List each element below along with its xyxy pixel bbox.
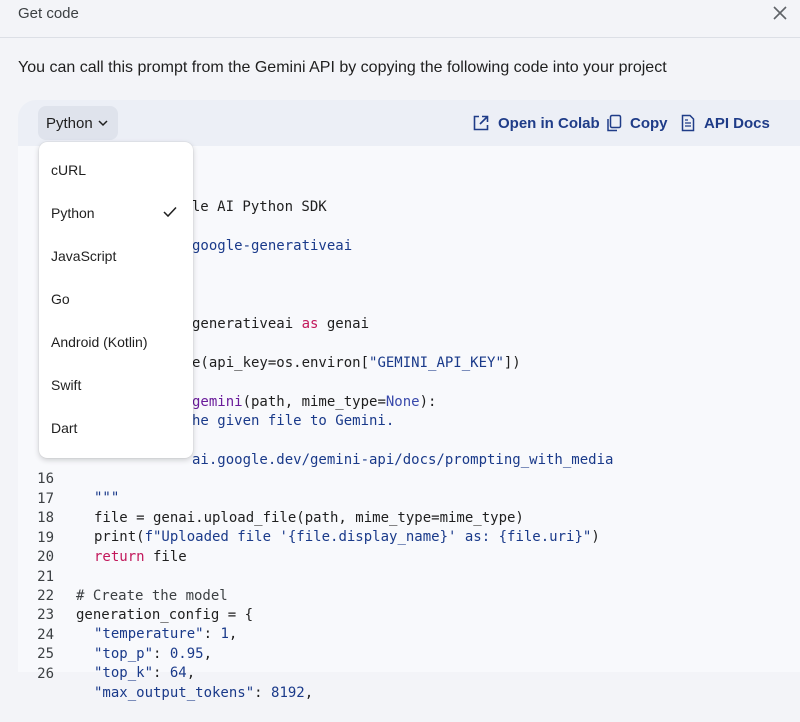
code-line: 22 generation_config = { [37,588,254,623]
chevron-down-icon [98,120,108,127]
menu-item-curl[interactable]: cURL [39,149,193,192]
menu-item-android-kotlin[interactable]: Android (Kotlin) [39,321,193,364]
code-line: 20 [37,549,54,565]
dialog-title: Get code [18,5,79,22]
code-toolbar: Python Open in Colab Copy API Docs [18,100,800,146]
language-select-label: Python [46,115,93,132]
copy-icon [607,114,622,132]
code-line: 25 "top_k": 64, [37,646,196,681]
document-icon [681,114,695,132]
open-in-colab-label: Open in Colab [498,115,600,132]
api-docs-button[interactable]: API Docs [679,114,779,134]
code-line: 19 return file [37,530,187,565]
open-in-colab-button[interactable]: Open in Colab [472,114,600,134]
api-docs-label: API Docs [704,115,770,132]
code-line: 24 "top_p": 0.95, [37,627,213,662]
menu-item-python[interactable]: Python [39,192,193,235]
code-line: 21 # Create the model [37,569,228,604]
menu-item-swift[interactable]: Swift [39,364,193,407]
language-select-button[interactable]: Python [38,106,118,140]
intro-text: You can call this prompt from the Gemini… [18,59,667,76]
copy-label: Copy [630,115,668,132]
copy-button[interactable]: Copy [605,114,685,134]
dialog-header: Get code [0,0,800,38]
close-icon[interactable] [770,3,790,23]
checkmark-icon [163,206,177,218]
menu-item-dart[interactable]: Dart [39,407,193,450]
menu-item-javascript[interactable]: JavaScript [39,235,193,278]
code-line: 23 "temperature": 1, [37,607,238,642]
menu-item-go[interactable]: Go [39,278,193,321]
code-line: 26 "max_output_tokens": 8192, [37,666,314,701]
code-line: 17 file = genai.upload_file(path, mime_t… [37,491,524,526]
language-dropdown-menu: cURL Python JavaScript Go Android (Kotli… [39,142,193,458]
code-line: 18 print(f"Uploaded file '{file.display_… [37,510,600,545]
open-in-new-icon [473,115,489,131]
